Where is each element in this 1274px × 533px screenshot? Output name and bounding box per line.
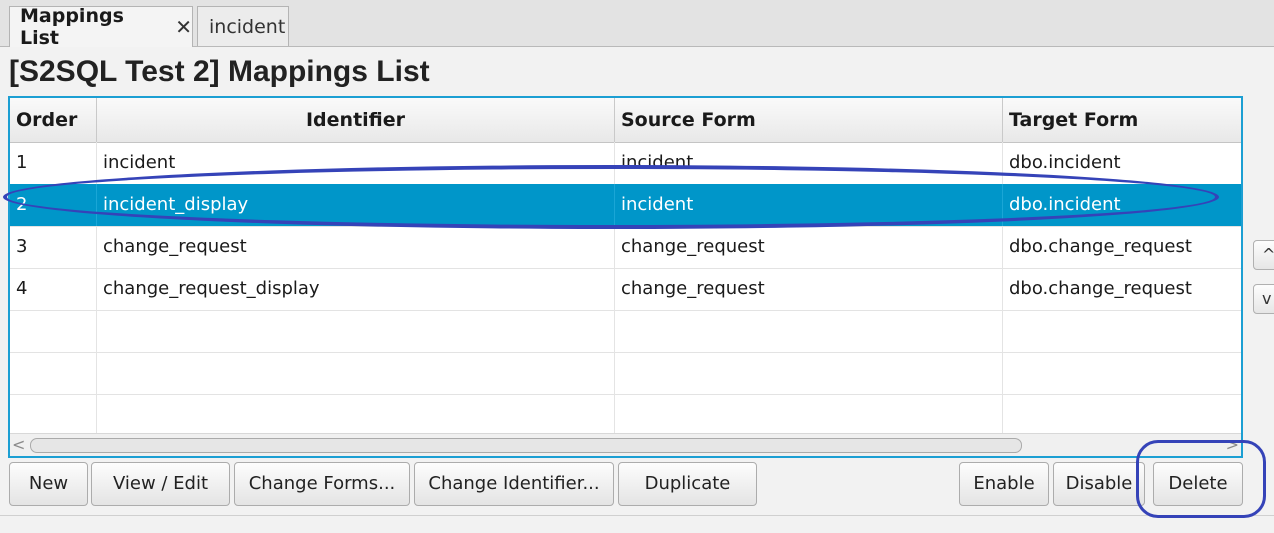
cell-source-form: change_request bbox=[615, 268, 1003, 310]
cell-order: 3 bbox=[10, 226, 97, 268]
new-button[interactable]: New bbox=[9, 462, 88, 506]
move-up-button[interactable]: ^ bbox=[1253, 240, 1274, 270]
table-row[interactable]: 3 change_request change_request dbo.chan… bbox=[10, 226, 1241, 269]
empty-row bbox=[10, 310, 1241, 353]
empty-cell bbox=[615, 310, 1003, 352]
empty-cell bbox=[97, 310, 615, 352]
cell-identifier: change_request bbox=[97, 226, 615, 268]
divider bbox=[0, 515, 1274, 516]
table-row[interactable]: 1 incident incident dbo.incident bbox=[10, 142, 1241, 185]
table-header: Order Identifier Source Form Target Form bbox=[10, 98, 1241, 143]
scroll-left-icon[interactable]: < bbox=[12, 435, 25, 454]
empty-cell bbox=[615, 352, 1003, 394]
empty-cell bbox=[97, 352, 615, 394]
table-row-selected[interactable]: 2 incident_display incident dbo.incident bbox=[10, 184, 1241, 227]
cell-target-form: dbo.change_request bbox=[1003, 268, 1241, 310]
scroll-right-icon[interactable]: > bbox=[1226, 435, 1239, 454]
empty-cell bbox=[10, 352, 97, 394]
empty-row bbox=[10, 352, 1241, 395]
cell-identifier: change_request_display bbox=[97, 268, 615, 310]
empty-cell bbox=[10, 394, 97, 436]
column-header-order[interactable]: Order bbox=[10, 98, 97, 142]
empty-row bbox=[10, 394, 1241, 437]
empty-cell bbox=[1003, 352, 1241, 394]
cell-target-form: dbo.incident bbox=[1003, 184, 1241, 226]
cell-identifier: incident bbox=[97, 142, 615, 184]
duplicate-button[interactable]: Duplicate bbox=[618, 462, 757, 506]
tab-mappings-list[interactable]: Mappings List ✕ bbox=[9, 5, 193, 49]
cell-order: 1 bbox=[10, 142, 97, 184]
mappings-table: Order Identifier Source Form Target Form… bbox=[8, 96, 1243, 458]
empty-cell bbox=[10, 310, 97, 352]
empty-cell bbox=[1003, 394, 1241, 436]
delete-button[interactable]: Delete bbox=[1153, 462, 1243, 506]
cell-target-form: dbo.incident bbox=[1003, 142, 1241, 184]
empty-cell bbox=[1003, 310, 1241, 352]
scrollbar-thumb[interactable] bbox=[30, 438, 1022, 453]
cell-source-form: incident bbox=[615, 184, 1003, 226]
disable-button[interactable]: Disable bbox=[1053, 462, 1145, 506]
column-header-target-form[interactable]: Target Form bbox=[1003, 98, 1241, 142]
horizontal-scrollbar[interactable]: < > bbox=[10, 433, 1241, 456]
page-title: [S2SQL Test 2] Mappings List bbox=[9, 55, 430, 88]
column-header-identifier[interactable]: Identifier bbox=[97, 98, 615, 142]
cell-source-form: change_request bbox=[615, 226, 1003, 268]
column-header-source-form[interactable]: Source Form bbox=[615, 98, 1003, 142]
empty-cell bbox=[97, 394, 615, 436]
cell-order: 4 bbox=[10, 268, 97, 310]
tab-label: incident bbox=[209, 15, 286, 38]
cell-identifier: incident_display bbox=[97, 184, 615, 226]
close-icon[interactable]: ✕ bbox=[175, 15, 192, 39]
cell-source-form: incident bbox=[615, 142, 1003, 184]
empty-cell bbox=[615, 394, 1003, 436]
cell-order: 2 bbox=[10, 184, 97, 226]
tab-bar: Mappings List ✕ incident bbox=[0, 0, 1274, 49]
change-identifier-button[interactable]: Change Identifier... bbox=[414, 462, 614, 506]
change-forms-button[interactable]: Change Forms... bbox=[234, 462, 410, 506]
cell-target-form: dbo.change_request bbox=[1003, 226, 1241, 268]
tab-label: Mappings List bbox=[20, 5, 124, 49]
view-edit-button[interactable]: View / Edit bbox=[91, 462, 230, 506]
table-row[interactable]: 4 change_request_display change_request … bbox=[10, 268, 1241, 311]
move-down-button[interactable]: v bbox=[1253, 284, 1274, 314]
tab-incident[interactable]: incident bbox=[197, 6, 289, 46]
enable-button[interactable]: Enable bbox=[959, 462, 1049, 506]
